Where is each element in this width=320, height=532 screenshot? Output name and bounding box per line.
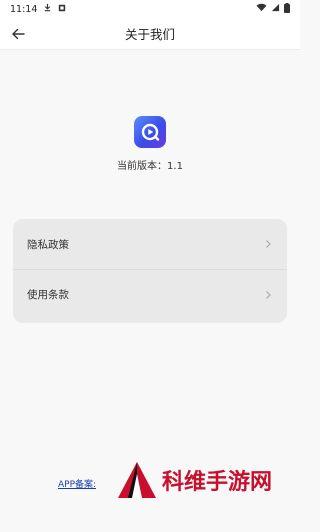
chevron-right-icon bbox=[266, 290, 271, 299]
battery-icon bbox=[284, 2, 290, 16]
menu-item-terms-of-use[interactable]: 使用条款 bbox=[13, 269, 287, 319]
signal-icon bbox=[271, 3, 280, 15]
footer: APP备案: 科维手游网 bbox=[0, 452, 300, 532]
chevron-right-icon bbox=[266, 240, 271, 248]
download-icon bbox=[43, 3, 52, 15]
back-button[interactable] bbox=[6, 22, 30, 46]
wifi-icon bbox=[256, 3, 267, 15]
status-bar: 11:14 bbox=[0, 0, 300, 18]
version-value: 1.1 bbox=[167, 161, 183, 172]
app-logo bbox=[134, 116, 166, 148]
app-bar: 关于我们 bbox=[0, 18, 300, 50]
menu-item-label: 隐私政策 bbox=[27, 238, 69, 251]
version-label: 当前版本： bbox=[117, 161, 168, 172]
status-time: 11:14 bbox=[10, 3, 38, 15]
page-title: 关于我们 bbox=[124, 27, 175, 42]
watermark-text: 科维手游网 bbox=[162, 470, 273, 495]
watermark-logo-icon bbox=[118, 462, 156, 498]
icp-filing-link[interactable]: APP备案: bbox=[58, 477, 96, 490]
menu-card: 隐私政策 使用条款 bbox=[13, 219, 287, 323]
menu-item-label: 使用条款 bbox=[27, 289, 69, 301]
menu-item-privacy-policy[interactable]: 隐私政策 bbox=[13, 219, 287, 269]
arrow-left-icon bbox=[12, 28, 25, 40]
play-icon bbox=[141, 123, 160, 141]
version-text: 当前版本：1.1 bbox=[0, 157, 300, 172]
watermark: 科维手游网 bbox=[116, 460, 296, 500]
notification-icon bbox=[58, 4, 66, 15]
